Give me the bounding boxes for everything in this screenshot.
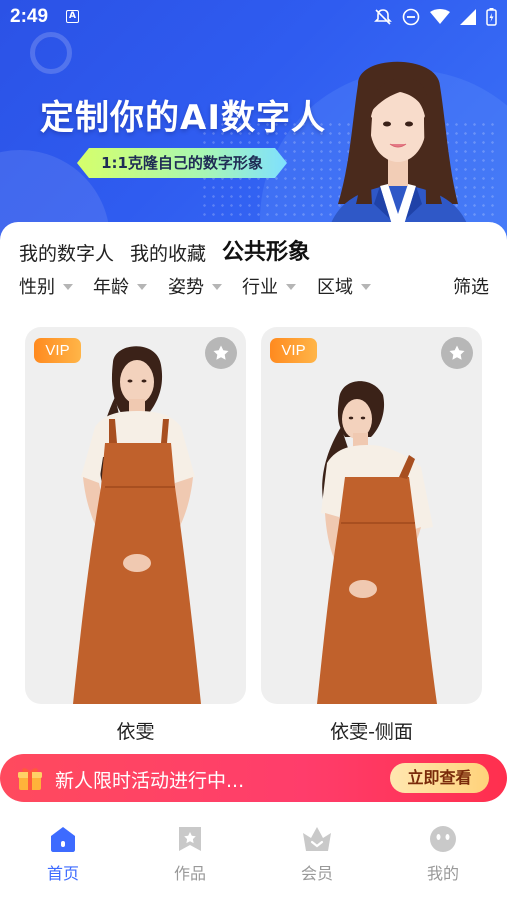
mute-bell-icon bbox=[374, 9, 392, 25]
banner-subtitle-pill: 1:1克隆自己的数字形象 bbox=[77, 148, 287, 178]
tab-my-favorites[interactable]: 我的收藏 bbox=[130, 239, 206, 266]
avatar-figure-front bbox=[73, 346, 201, 704]
promo-text: 新人限时活动进行中... bbox=[55, 770, 245, 792]
nav-label: 我的 bbox=[426, 864, 459, 883]
tab-my-digital-human[interactable]: 我的数字人 bbox=[19, 239, 114, 266]
hero-banner[interactable]: 2:49 A 定制你的AI数字人 1:1克隆自己的数字形象 bbox=[0, 0, 507, 245]
caret-down-icon bbox=[212, 284, 222, 290]
banner-ring bbox=[30, 32, 72, 74]
nav-label: 首页 bbox=[46, 864, 79, 883]
avatar-card[interactable]: VIP bbox=[25, 327, 246, 704]
nav-home[interactable]: 首页 bbox=[23, 824, 103, 884]
wifi-icon bbox=[430, 9, 450, 24]
status-icons bbox=[374, 8, 497, 26]
favorite-button[interactable] bbox=[441, 337, 473, 369]
filter-screen-button[interactable]: 筛选 bbox=[453, 273, 489, 299]
filter-label: 年龄 bbox=[93, 277, 129, 298]
profile-icon bbox=[430, 826, 456, 852]
works-icon bbox=[179, 827, 201, 851]
filter-pose[interactable]: 姿势 bbox=[168, 273, 222, 299]
status-time: 2:49 bbox=[10, 6, 49, 27]
avatar-card-name: 依雯-侧面 bbox=[330, 721, 413, 743]
nav-label: 作品 bbox=[173, 864, 206, 883]
filter-region[interactable]: 区域 bbox=[317, 273, 371, 299]
filter-industry[interactable]: 行业 bbox=[242, 273, 296, 299]
promo-banner[interactable]: 新人限时活动进行中... 立即查看 bbox=[0, 754, 507, 802]
view-now-button[interactable]: 立即查看 bbox=[390, 763, 489, 793]
notification-badge-icon: A bbox=[66, 10, 79, 23]
caret-down-icon bbox=[286, 284, 296, 290]
filter-bar: 性别 年龄 姿势 行业 区域 筛选 bbox=[19, 273, 489, 299]
crown-icon bbox=[303, 827, 331, 851]
banner-title: 定制你的AI数字人 bbox=[40, 98, 326, 138]
signal-icon bbox=[460, 9, 476, 25]
battery-icon bbox=[486, 8, 497, 26]
content-sheet: 我的数字人 我的收藏 公共形象 性别 年龄 姿势 行业 区域 筛选 VIP 依雯… bbox=[0, 222, 507, 822]
caret-down-icon bbox=[137, 284, 147, 290]
home-icon bbox=[51, 827, 75, 852]
bottom-navigation: 首页 作品 会员 我的 bbox=[0, 812, 507, 903]
caret-down-icon bbox=[361, 284, 371, 290]
filter-label: 区域 bbox=[317, 277, 353, 298]
nav-membership[interactable]: 会员 bbox=[277, 824, 357, 884]
avatar-card-name: 依雯 bbox=[116, 721, 155, 743]
nav-profile[interactable]: 我的 bbox=[403, 824, 483, 884]
avatar-card[interactable]: VIP bbox=[261, 327, 482, 704]
favorite-button[interactable] bbox=[205, 337, 237, 369]
filter-age[interactable]: 年龄 bbox=[93, 273, 147, 299]
gift-icon bbox=[18, 768, 42, 790]
status-bar: 2:49 A bbox=[0, 0, 507, 34]
vip-badge: VIP bbox=[270, 338, 317, 363]
caret-down-icon bbox=[63, 284, 73, 290]
filter-label: 姿势 bbox=[168, 277, 204, 298]
tab-public-avatars[interactable]: 公共形象 bbox=[222, 234, 311, 266]
category-tabs: 我的数字人 我的收藏 公共形象 bbox=[19, 234, 311, 266]
do-not-disturb-icon bbox=[402, 8, 420, 26]
banner-avatar-illustration bbox=[326, 61, 472, 244]
tab-label: 公共形象 bbox=[222, 240, 311, 265]
nav-works[interactable]: 作品 bbox=[150, 824, 230, 884]
star-icon bbox=[213, 345, 229, 360]
nav-label: 会员 bbox=[300, 864, 333, 883]
filter-label: 行业 bbox=[242, 277, 278, 298]
filter-gender[interactable]: 性别 bbox=[19, 273, 73, 299]
vip-badge: VIP bbox=[34, 338, 81, 363]
avatar-figure-side bbox=[317, 381, 437, 704]
filter-label: 性别 bbox=[19, 277, 55, 298]
star-icon bbox=[449, 345, 465, 360]
